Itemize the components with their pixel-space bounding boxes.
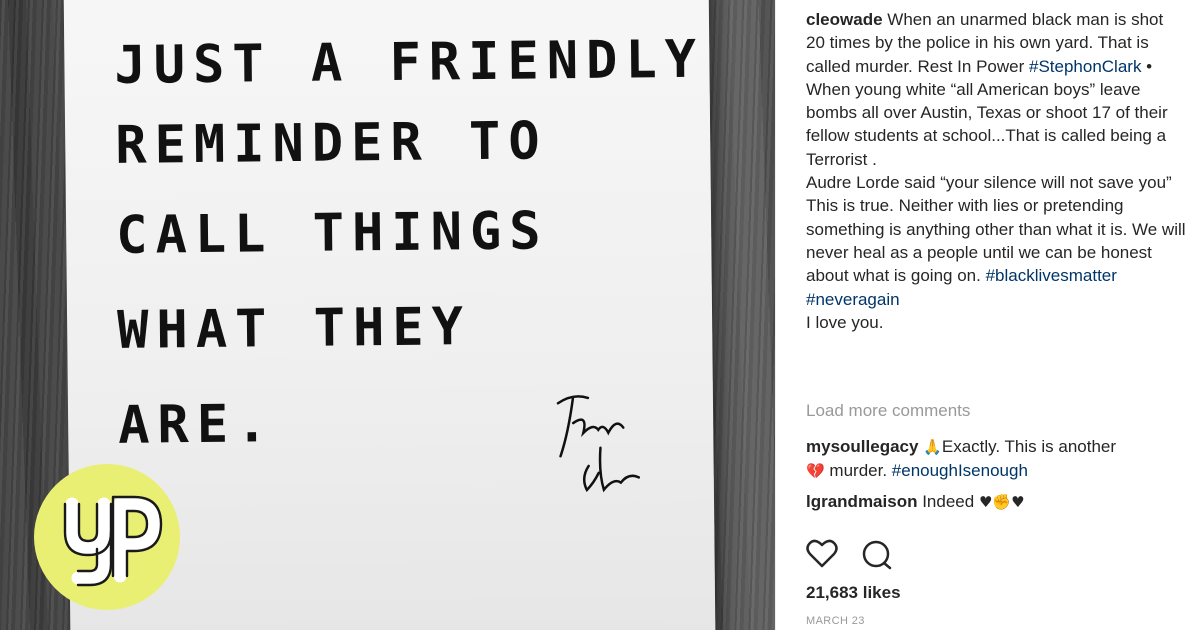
- heart-icon[interactable]: [806, 539, 838, 568]
- praying-hands-emoji: 🙏: [923, 438, 942, 456]
- comment-icon[interactable]: [862, 540, 892, 570]
- note-line-2: REMINDER TO: [115, 111, 548, 176]
- note-line-5: ARE.: [118, 394, 276, 456]
- post-date: MARCH 23: [806, 615, 865, 627]
- caption-text: I love you.: [806, 312, 884, 332]
- yp-logo-icon: [63, 495, 163, 587]
- comment-1: mysoullegacy 🙏Exactly. This is another 💔…: [806, 435, 1186, 484]
- post-photo: JUST A FRIENDLY REMINDER TO CALL THINGS …: [0, 0, 775, 630]
- black-heart-emoji: ♥: [978, 493, 993, 511]
- caption-username[interactable]: cleowade: [806, 10, 883, 29]
- load-more-comments-link[interactable]: Load more comments: [806, 401, 970, 421]
- comment-2: lgrandmaison Indeed ♥✊♥: [806, 490, 1186, 514]
- yp-logo: [34, 464, 180, 610]
- signature: [556, 395, 641, 493]
- note-line-3: CALL THINGS: [116, 201, 549, 266]
- note-line-1: JUST A FRIENDLY: [114, 30, 704, 96]
- broken-heart-emoji: 💔: [806, 462, 825, 481]
- post-side-panel: cleowade When an unarmed black man is sh…: [775, 0, 1200, 630]
- comment-1-username[interactable]: mysoullegacy: [806, 437, 918, 456]
- post-caption: cleowade When an unarmed black man is sh…: [806, 8, 1186, 334]
- fist-emoji: ✊: [992, 493, 1012, 511]
- caption-hashtag[interactable]: #neveragain: [806, 290, 900, 309]
- caption-hashtag[interactable]: #StephonClark: [1029, 57, 1141, 76]
- likes-count[interactable]: 21,683 likes: [806, 583, 901, 603]
- caption-hashtag[interactable]: #blacklivesmatter: [986, 266, 1117, 285]
- comment-1-text-b: murder.: [829, 461, 892, 481]
- comment-1-text-a: Exactly. This is another: [941, 437, 1117, 456]
- caption-text: •: [1141, 56, 1153, 76]
- black-heart-emoji-2: ♥: [1011, 493, 1025, 511]
- note-line-4: WHAT THEY: [117, 297, 471, 361]
- post-actions: [806, 537, 906, 571]
- caption-text: When young white “all American boys” lea…: [806, 79, 1168, 169]
- caption-body: When an unarmed black man is shot 20 tim…: [806, 10, 1186, 332]
- comment-2-text: Indeed: [922, 492, 979, 511]
- comment-2-username[interactable]: lgrandmaison: [806, 492, 917, 511]
- comment-1-hashtag[interactable]: #enoughIsenough: [892, 461, 1028, 480]
